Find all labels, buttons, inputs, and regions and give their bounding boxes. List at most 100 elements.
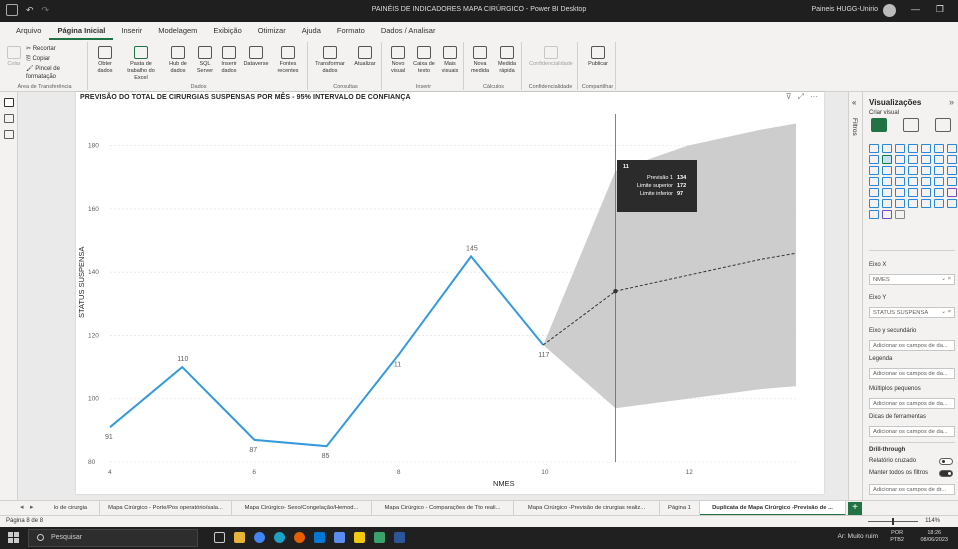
visual-type-icon[interactable] — [947, 155, 957, 164]
new-visual-button[interactable]: Novo visual — [386, 46, 410, 75]
visual-type-icon[interactable] — [908, 177, 918, 186]
minimize-icon[interactable]: — — [911, 4, 920, 14]
visual-type-icon[interactable] — [908, 199, 918, 208]
y-axis-field[interactable]: STATUS SUSPENSA ⌄ × — [869, 307, 955, 318]
visual-type-icon[interactable] — [882, 166, 892, 175]
app-icon[interactable] — [374, 532, 385, 543]
visual-type-icon[interactable] — [869, 210, 879, 219]
visual-type-icon[interactable] — [895, 166, 905, 175]
page-tab[interactable]: Mapa Cirúrgico -Previsão de cirurgias re… — [514, 501, 660, 516]
visual-type-icon[interactable] — [869, 199, 879, 208]
visual-type-icon[interactable] — [921, 144, 931, 153]
new-measure-button[interactable]: Nova medida — [468, 46, 492, 75]
app-icon[interactable] — [354, 532, 365, 543]
model-view-icon[interactable] — [4, 130, 14, 139]
enter-data-button[interactable]: Inserir dados — [218, 46, 240, 75]
visual-type-icon[interactable] — [921, 188, 931, 197]
refresh-button[interactable]: Atualizar — [350, 46, 380, 68]
visual-type-icon[interactable] — [908, 188, 918, 197]
visual-type-icon[interactable] — [947, 144, 957, 153]
next-page-icon[interactable]: ▸ — [30, 501, 34, 515]
data-hub-button[interactable]: Hub de dados — [164, 46, 192, 75]
tab-dados-analisar[interactable]: Dados / Analisar — [373, 22, 444, 40]
recent-sources-button[interactable]: Fontes recentes — [272, 46, 304, 75]
visual-type-icon[interactable] — [934, 199, 944, 208]
sensitivity-button[interactable]: Confidencialidade — [526, 46, 576, 68]
small-multiples-field[interactable]: Adicionar os campos de da... — [869, 398, 955, 409]
visual-type-icon[interactable] — [947, 188, 957, 197]
visual-type-icon[interactable] — [934, 155, 944, 164]
task-view-icon[interactable] — [214, 532, 225, 543]
app-icon[interactable] — [394, 532, 405, 543]
app-icon[interactable] — [314, 532, 325, 543]
visual-type-icon[interactable] — [934, 188, 944, 197]
keep-filters-toggle[interactable] — [939, 470, 953, 477]
chevron-right-icon[interactable]: » — [949, 97, 954, 107]
prev-page-icon[interactable]: ◂ — [20, 501, 24, 515]
analytics-icon[interactable] — [935, 118, 951, 132]
secondary-y-field[interactable]: Adicionar os campos de da... — [869, 340, 955, 351]
tab-ajuda[interactable]: Ajuda — [294, 22, 329, 40]
publish-button[interactable]: Publicar — [582, 46, 614, 68]
forecast-line-chart[interactable]: PREVISÃO DO TOTAL DE CIRURGIAS SUSPENSAS… — [76, 92, 824, 494]
quick-measure-button[interactable]: Medida rápida — [494, 46, 520, 75]
remove-field-icon[interactable]: ⌄ × — [941, 309, 951, 315]
language-indicator[interactable]: POR PTB2 — [890, 530, 904, 544]
remove-field-icon[interactable]: ⌄ × — [941, 276, 951, 282]
cross-report-toggle[interactable] — [939, 458, 953, 465]
weather-status[interactable]: Ar: Muito ruim — [838, 533, 878, 540]
visual-type-icon[interactable] — [869, 166, 879, 175]
visual-type-icon[interactable] — [882, 210, 892, 219]
add-page-button[interactable]: + — [848, 502, 862, 515]
visual-type-icon[interactable] — [921, 177, 931, 186]
visual-type-icon[interactable] — [895, 144, 905, 153]
transform-data-button[interactable]: Transformar dados — [312, 46, 348, 75]
page-tab[interactable]: Mapa Cirúrgico - Comparações de Tto real… — [372, 501, 514, 516]
page-tab-active[interactable]: Duplicata de Mapa Cirúrgico -Previsão de… — [700, 501, 846, 516]
filters-pane-collapsed[interactable]: « Filtros — [848, 92, 862, 500]
visual-type-icon[interactable] — [947, 177, 957, 186]
file-explorer-icon[interactable] — [234, 532, 245, 543]
table-view-icon[interactable] — [4, 114, 14, 123]
visual-type-icon[interactable] — [934, 166, 944, 175]
visual-type-icon[interactable] — [908, 144, 918, 153]
visual-type-icon[interactable] — [869, 177, 879, 186]
visual-type-icon[interactable] — [934, 177, 944, 186]
visual-type-icon[interactable] — [908, 166, 918, 175]
cut-button[interactable]: ✂ Recortar — [26, 45, 56, 53]
visual-type-icon[interactable] — [895, 155, 905, 164]
visual-type-icon[interactable] — [895, 177, 905, 186]
paste-button[interactable]: Colar — [6, 46, 22, 68]
excel-button[interactable]: Pasta de trabalho do Excel — [120, 46, 162, 82]
chevron-left-icon[interactable]: « — [852, 98, 856, 107]
visual-type-icon[interactable] — [921, 155, 931, 164]
chrome-icon[interactable] — [254, 532, 265, 543]
zoom-slider[interactable] — [868, 518, 918, 525]
tab-inserir[interactable]: Inserir — [113, 22, 150, 40]
app-icon[interactable] — [334, 532, 345, 543]
visual-type-icon[interactable] — [895, 188, 905, 197]
more-visuals-button[interactable]: Mais visuais — [438, 46, 462, 75]
restore-icon[interactable]: ❐ — [936, 4, 944, 15]
visual-type-icon[interactable] — [882, 199, 892, 208]
visual-type-icon[interactable] — [882, 177, 892, 186]
tab-otimizar[interactable]: Otimizar — [250, 22, 294, 40]
visual-type-icon[interactable] — [882, 144, 892, 153]
visual-type-icon[interactable] — [869, 155, 879, 164]
tab-arquivo[interactable]: Arquivo — [8, 22, 49, 40]
get-data-button[interactable]: Obter dados — [92, 46, 118, 75]
visual-type-icon[interactable] — [895, 210, 905, 219]
visual-type-icon[interactable] — [869, 188, 879, 197]
dataverse-button[interactable]: Dataverse — [242, 46, 270, 68]
windows-start-icon[interactable] — [8, 532, 19, 543]
avatar[interactable] — [883, 4, 896, 17]
visual-type-icon[interactable] — [869, 144, 879, 153]
visual-type-icon[interactable] — [934, 144, 944, 153]
format-painter-button[interactable]: 🖌 Pincel de formatação — [26, 65, 87, 81]
clock[interactable]: 18:26 08/06/2023 — [920, 530, 948, 544]
tab-formato[interactable]: Formato — [329, 22, 373, 40]
visual-type-icon[interactable] — [895, 199, 905, 208]
taskbar-search[interactable]: Pesquisar — [28, 529, 198, 547]
visual-type-icon[interactable] — [947, 166, 957, 175]
build-visual-icon[interactable] — [871, 118, 887, 132]
